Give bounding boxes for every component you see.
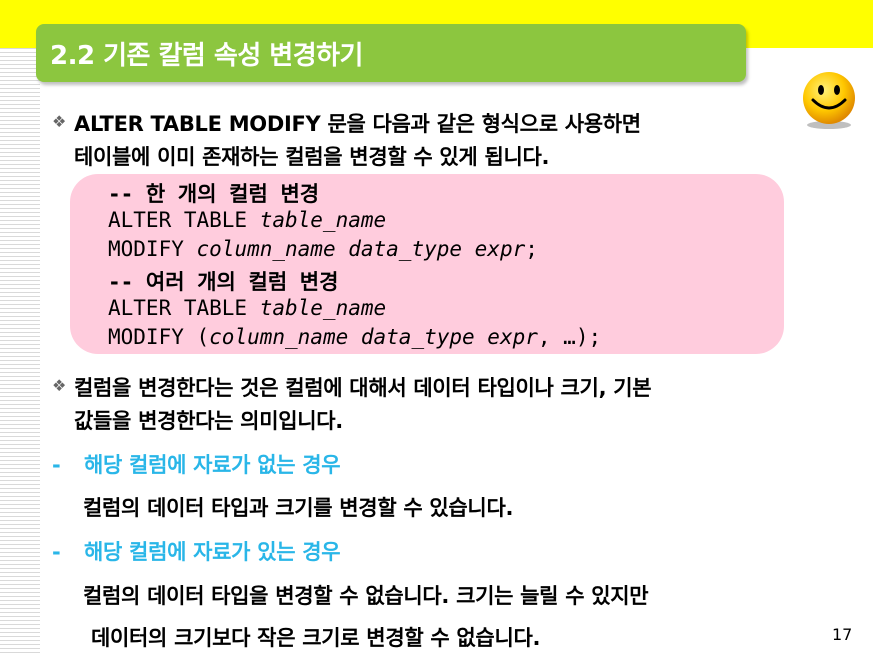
case-body-no-data: 컬럼의 데이터 타입과 크기를 변경할 수 있습니다. — [83, 496, 514, 520]
case-body-has-data-line-2: 데이터의 크기보다 작은 크기로 변경할 수 없습니다. — [91, 626, 541, 650]
diamond-bullet-icon: ❖ — [52, 376, 67, 395]
bullet-text-2: 컬럼을 변경한다는 것은 컬럼에 대해서 데이터 타입이나 크기, 기본 값들을… — [74, 372, 652, 438]
smiley-face-icon — [803, 72, 855, 129]
code-line-6: MODIFY (column_name data_type expr, …); — [108, 325, 602, 349]
case-heading-no-data: - 해당 컬럼에 자료가 없는 경우 — [52, 453, 341, 477]
page-number: 17 — [832, 625, 853, 644]
bullet-item-1: ❖ ALTER TABLE MODIFY 문을 다음과 같은 형식으로 사용하면… — [52, 108, 641, 174]
case-body-has-data-line-1: 컬럼의 데이터 타입을 변경할 수 없습니다. 크기는 늘릴 수 있지만 — [83, 584, 649, 608]
slide-title: 2.2 기존 칼럼 속성 변경하기 — [50, 41, 363, 71]
bullet-2-line-1: 컬럼을 변경한다는 것은 컬럼에 대해서 데이터 타입이나 크기, 기본 — [74, 376, 652, 400]
bullet-1-line-2: 테이블에 이미 존재하는 컬럼을 변경할 수 있게 됩니다. — [74, 145, 550, 169]
diamond-bullet-icon: ❖ — [52, 112, 67, 131]
left-stripe-decoration — [0, 48, 40, 656]
code-line-2: ALTER TABLE table_name — [108, 208, 387, 232]
code-comment-1: -- 한 개의 컬럼 변경 — [108, 182, 320, 206]
code-line-5: ALTER TABLE table_name — [108, 296, 387, 320]
bullet-2-line-2: 값들을 변경한다는 의미입니다. — [74, 409, 343, 433]
code-line-3: MODIFY column_name data_type expr; — [108, 237, 538, 261]
bullet-1-line-1: ALTER TABLE MODIFY 문을 다음과 같은 형식으로 사용하면 — [74, 112, 641, 136]
bullet-item-2: ❖ 컬럼을 변경한다는 것은 컬럼에 대해서 데이터 타입이나 크기, 기본 값… — [52, 372, 652, 438]
case-heading-has-data: - 해당 컬럼에 자료가 있는 경우 — [52, 540, 341, 564]
title-bar: 2.2 기존 칼럼 속성 변경하기 — [36, 24, 746, 82]
code-comment-2: -- 여러 개의 컬럼 변경 — [108, 270, 339, 294]
bullet-text-1: ALTER TABLE MODIFY 문을 다음과 같은 형식으로 사용하면 테… — [74, 108, 641, 174]
syntax-code-box: -- 한 개의 컬럼 변경 ALTER TABLE table_name MOD… — [70, 174, 784, 354]
